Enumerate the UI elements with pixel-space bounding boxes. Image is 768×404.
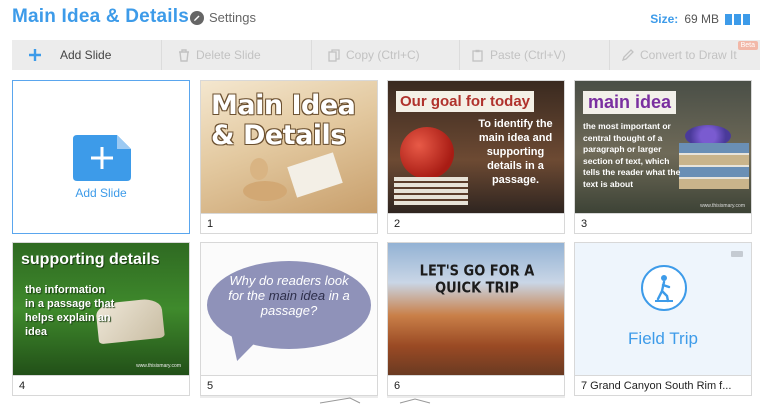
hiking-icon [641,265,687,311]
paste-button[interactable]: Paste (Ctrl+V) [460,40,610,70]
delete-slide-label: Delete Slide [196,48,261,62]
apple-image [400,127,454,179]
slide-card[interactable]: Main Idea & Details 1 [200,80,378,234]
slide-card[interactable]: Our goal for today To identify the main … [387,80,565,234]
add-slide-button[interactable]: Add Slide [12,40,162,70]
storage-bars-icon [725,13,750,25]
partial-slide-row [200,396,565,404]
add-slide-card[interactable]: Add Slide [12,80,190,234]
slide-thumbnail[interactable]: Main Idea & Details [200,80,378,214]
slide-caption: 5 [200,376,378,396]
slide-card[interactable]: main idea the most important or central … [574,80,752,234]
menu-icon[interactable] [731,251,743,257]
copy-button[interactable]: Copy (Ctrl+C) [312,40,460,70]
slide-toolbar: Add Slide Delete Slide Copy (Ctrl+C) Pas… [12,40,760,70]
copy-icon [328,48,340,62]
slide-footer: www.thisismary.com [700,203,745,209]
slide-question: Why do readers look for the main idea in… [228,273,350,318]
convert-to-draw-it-button[interactable]: Convert to Draw It Beta [610,40,760,70]
slide-card[interactable]: supporting details the information in a … [12,242,190,396]
beta-badge: Beta [737,41,758,50]
convert-label: Convert to Draw It [640,48,737,62]
trash-icon [179,48,189,62]
add-slide-card-label: Add Slide [75,186,127,200]
slide-caption: 7 Grand Canyon South Rim f... [574,376,752,396]
slide-title: LET'S GO FOR A QUICK TRIP [419,262,535,298]
paste-icon [472,49,483,62]
plus-icon [29,49,41,61]
books-image [679,143,749,189]
slide-banner: supporting details [21,251,160,268]
slide-thumbnail[interactable]: supporting details the information in a … [12,242,190,376]
size-value: 69 MB [684,12,719,26]
pencil-icon [190,10,204,25]
slide-card[interactable]: Why do readers look for the main idea in… [200,242,378,396]
slide-title: Field Trip [628,329,698,348]
header: Main Idea & Details Settings Size: 69 MB [0,0,768,38]
delete-slide-button[interactable]: Delete Slide [162,40,312,70]
slide-caption: 4 [12,376,190,396]
settings-link[interactable]: Settings [190,10,256,25]
slide-banner: main idea [583,91,677,114]
slide-caption: 6 [387,376,565,396]
slide-caption: 1 [200,214,378,234]
slide-thumbnail[interactable]: Field Trip [574,242,752,376]
slide-thumbnail[interactable]: Our goal for today To identify the main … [387,80,565,214]
slide-footer: www.thisismary.com [136,363,181,369]
paste-label: Paste (Ctrl+V) [490,48,566,62]
slide-thumbnail[interactable]: Why do readers look for the main idea in… [200,242,378,376]
slide-caption: 2 [387,214,565,234]
page-title: Main Idea & Details [12,6,189,27]
slide-body-text: To identify the main idea and supporting… [478,118,553,186]
slide-banner: Our goal for today [396,91,535,112]
pencil-icon [622,49,634,61]
slide-thumbnail[interactable]: LET'S GO FOR A QUICK TRIP [387,242,565,376]
books-image [394,177,468,205]
slide-thumbnail[interactable]: main idea the most important or central … [574,80,752,214]
slide-body-text: the information in a passage that helps … [25,284,115,338]
slide-card[interactable]: LET'S GO FOR A QUICK TRIP 6 [387,242,565,396]
size-label: Size: [650,12,679,26]
settings-label: Settings [209,10,256,25]
slide-caption: 3 [574,214,752,234]
add-slide-label: Add Slide [60,48,112,62]
copy-label: Copy (Ctrl+C) [346,48,420,62]
size-indicator: Size: 69 MB [650,12,750,26]
slide-card[interactable]: Field Trip 7 Grand Canyon South Rim f... [574,242,752,396]
slide-body-text: the most important or central thought of… [583,121,681,189]
new-slide-icon [73,135,131,181]
wooden-figure-image [243,152,343,201]
